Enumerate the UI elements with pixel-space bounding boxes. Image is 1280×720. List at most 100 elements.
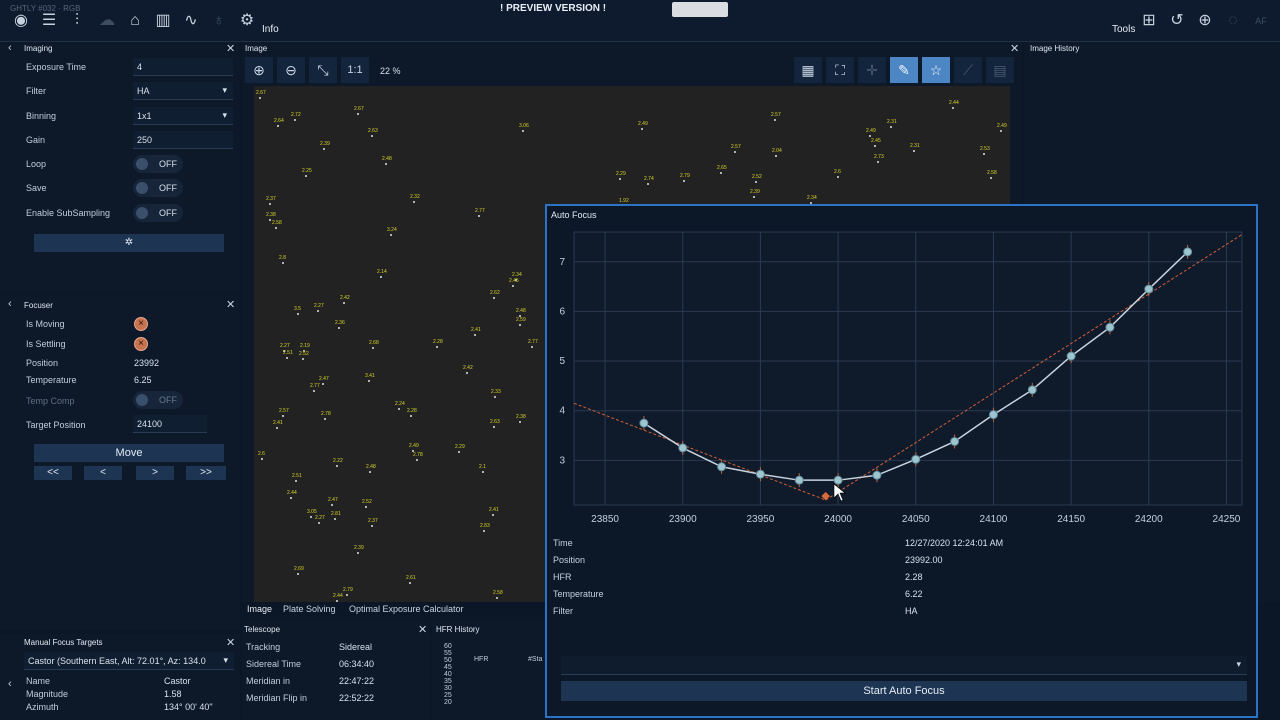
close-manual-focus-icon[interactable]: ✕ <box>226 636 235 649</box>
chevron-down-icon: ▾ <box>222 85 227 95</box>
focus-target-select[interactable]: Castor (Southern East, Alt: 72.01°, Az: … <box>24 652 234 670</box>
star-hfr-label: 2.32 <box>410 194 420 200</box>
star-hfr-label: 2.41 <box>471 327 481 333</box>
star-marker <box>295 480 297 482</box>
detect-stars-icon[interactable]: ☆ <box>922 57 950 83</box>
crosshair-icon[interactable]: ⊕ <box>1194 10 1216 32</box>
collapse-focuser-icon[interactable]: ‹ <box>8 298 12 310</box>
star-marker <box>305 175 307 177</box>
close-focuser-icon[interactable]: ✕ <box>226 298 235 311</box>
temperature-label: Temperature <box>26 375 77 385</box>
tab-optimal-exposure[interactable]: Optimal Exposure Calculator <box>349 604 464 614</box>
close-imaging-icon[interactable]: ✕ <box>226 42 235 55</box>
zoom-in-icon[interactable]: ⊕ <box>245 57 273 83</box>
tab-plate-solving[interactable]: Plate Solving <box>283 604 336 614</box>
focuser-panel: ‹ Focuser ✕ Is Moving × Is Settling × Po… <box>0 296 240 630</box>
step-forward-small-button[interactable]: > <box>136 466 174 480</box>
star-marker <box>647 183 649 185</box>
save-toggle[interactable]: OFF <box>133 179 183 197</box>
star-marker <box>493 297 495 299</box>
history-icon[interactable]: ↺ <box>1166 10 1188 32</box>
tab-image[interactable]: Image <box>247 604 272 614</box>
gain-input[interactable]: 250 <box>133 131 233 149</box>
data-point <box>1144 284 1154 294</box>
star-marker <box>877 161 879 163</box>
zoom-one-to-one-button[interactable]: 1:1 <box>341 57 369 83</box>
af-filter-select[interactable]: ▾ <box>561 656 1247 675</box>
star-hfr-label: 2.51 <box>292 473 302 479</box>
star-marker <box>297 573 299 575</box>
sequence-tab-icon[interactable]: ☰ <box>38 10 60 32</box>
star-hfr-label: 2.48 <box>382 156 392 162</box>
sidereal-time-value: 06:34:40 <box>339 659 375 669</box>
capture-button[interactable]: ✲ <box>34 234 224 252</box>
equipment-tab-icon[interactable]: ⫶ <box>66 10 88 32</box>
collapse-imaging-icon[interactable]: ‹ <box>8 42 12 54</box>
star-hfr-label: 2.49 <box>638 121 648 127</box>
star-marker <box>390 234 392 236</box>
gain-label: Gain <box>26 135 46 145</box>
magnitude-label: Magnitude <box>26 689 69 699</box>
collapse-left-icon[interactable]: ‹ <box>8 678 12 690</box>
star-hfr-label: 2.63 <box>490 419 500 425</box>
histogram-tab-icon[interactable]: ▥ <box>152 10 174 32</box>
star-marker <box>343 302 345 304</box>
info-label[interactable]: Info <box>262 24 279 35</box>
subsampling-toggle[interactable]: OFF <box>133 204 183 222</box>
star-marker <box>474 334 476 336</box>
start-auto-focus-button[interactable]: Start Auto Focus <box>561 681 1247 701</box>
x-tick-label: 23850 <box>591 514 619 525</box>
step-back-large-button[interactable]: << <box>34 466 72 480</box>
window-controls[interactable] <box>672 2 728 17</box>
star-hfr-label: 2.6 <box>834 169 841 175</box>
chevron-down-icon: ▾ <box>222 110 227 120</box>
target-position-input[interactable]: 24100 <box>133 415 207 433</box>
data-point <box>872 470 882 480</box>
star-marker <box>837 176 839 178</box>
step-back-small-button[interactable]: < <box>84 466 122 480</box>
guider-tab-icon[interactable]: ♁ <box>208 10 230 32</box>
is-settling-label: Is Settling <box>26 339 66 349</box>
star-marker <box>372 347 374 349</box>
loop-toggle[interactable]: OFF <box>133 155 183 173</box>
sidereal-time-label: Sidereal Time <box>246 659 302 669</box>
tools-label[interactable]: Tools <box>1112 24 1135 35</box>
plot-area <box>573 231 1243 506</box>
polar-align-icon[interactable]: ◌ <box>1222 10 1244 32</box>
star-hfr-label: 2.59 <box>516 317 526 323</box>
data-point <box>1183 247 1193 257</box>
fit-to-screen-icon[interactable]: ⤡ <box>309 57 337 83</box>
annotate-icon[interactable]: ⛶ <box>826 57 854 83</box>
y-tick-label: 7 <box>559 257 565 268</box>
azimuth-value: 134° 00' 40" <box>164 702 213 712</box>
imaging-tab-icon[interactable]: ◉ <box>10 10 32 32</box>
step-forward-large-button[interactable]: >> <box>186 466 226 480</box>
temp-comp-toggle[interactable]: OFF <box>133 391 183 409</box>
weather-tab-icon[interactable]: ☁ <box>96 10 118 32</box>
crosshair-overlay-icon[interactable]: ✛ <box>858 57 886 83</box>
auto-stretch-icon[interactable]: ✎ <box>890 57 918 83</box>
autofocus-tool-icon[interactable]: AF <box>1250 10 1272 32</box>
filter-select[interactable]: HA ▾ <box>133 82 233 100</box>
binning-select[interactable]: 1x1 ▾ <box>133 107 233 125</box>
star-marker <box>334 518 336 520</box>
star-hfr-label: 2.24 <box>395 401 405 407</box>
zoom-out-icon[interactable]: ⊖ <box>277 57 305 83</box>
auto-focus-title: Auto Focus <box>551 210 597 220</box>
close-image-icon[interactable]: ✕ <box>1010 42 1019 55</box>
binning-label: Binning <box>26 111 57 121</box>
star-hfr-label: 2.67 <box>256 90 266 96</box>
image-info-icon[interactable]: ▤ <box>986 57 1014 83</box>
star-hfr-label: 2.79 <box>343 587 353 593</box>
bahtinov-icon[interactable]: ⟋ <box>954 57 982 83</box>
stars-legend-item: #Sta <box>528 656 543 663</box>
move-button[interactable]: Move <box>34 444 224 462</box>
star-hfr-label: 3.5 <box>294 306 301 312</box>
observatory-tab-icon[interactable]: ⌂ <box>124 10 146 32</box>
exposure-input[interactable]: 4 <box>133 58 233 76</box>
options-tab-icon[interactable]: ⚙ <box>236 10 258 32</box>
close-telescope-icon[interactable]: ✕ <box>418 623 427 636</box>
focus-target-icon[interactable]: ⊞ <box>1138 10 1160 32</box>
grid-overlay-icon[interactable]: ▦ <box>794 57 822 83</box>
hfr-graph-tab-icon[interactable]: ∿ <box>180 10 202 32</box>
